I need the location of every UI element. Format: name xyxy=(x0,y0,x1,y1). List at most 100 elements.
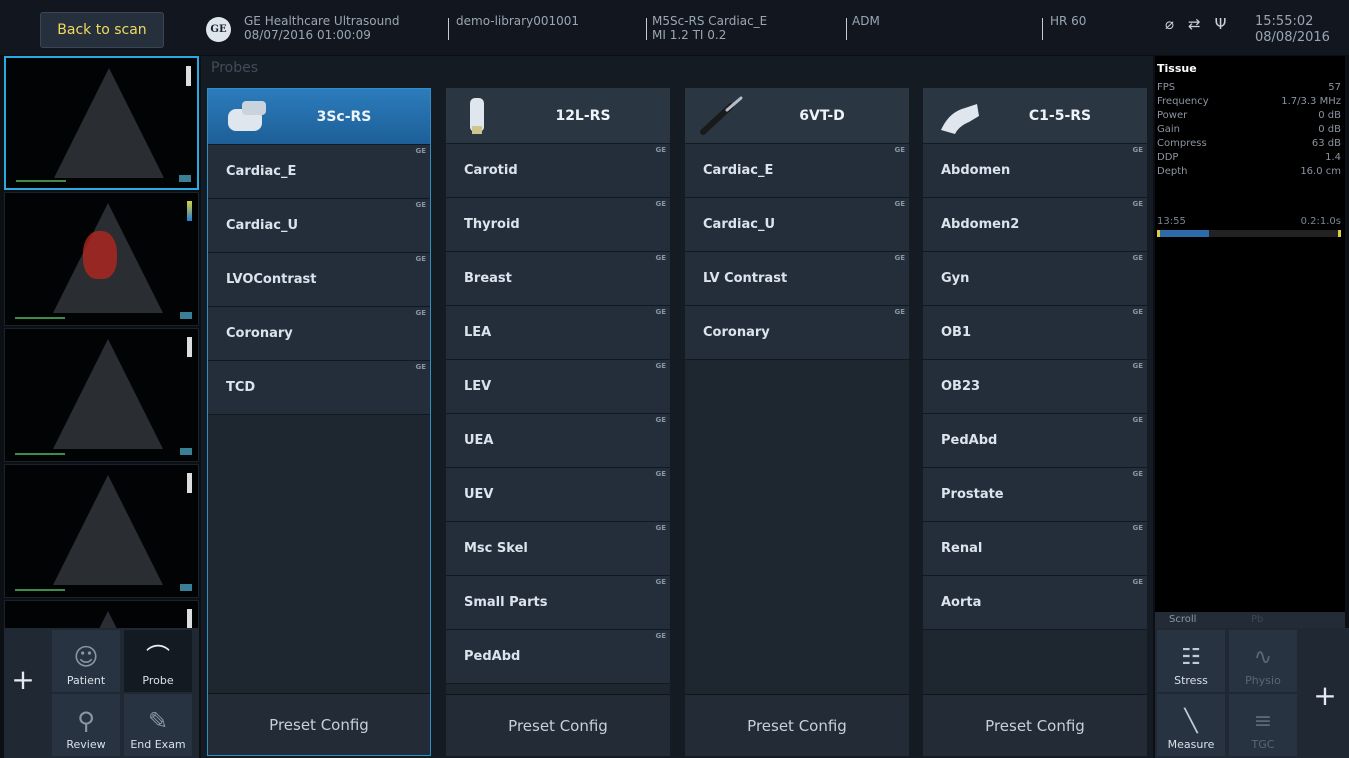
preset-config-button[interactable]: Preset Config xyxy=(923,694,1147,756)
back-to-scan-button[interactable]: Back to scan xyxy=(40,12,164,48)
param-label: Frequency xyxy=(1157,96,1209,107)
preset-label: Abdomen xyxy=(941,163,1011,178)
probe-header[interactable]: 6VT-D xyxy=(685,88,909,144)
preset-label: LVOContrast xyxy=(226,272,317,287)
add-right-button[interactable]: + xyxy=(1305,670,1345,720)
pb-label: Pb xyxy=(1251,614,1264,625)
preset-item[interactable]: Cardiac_U GE xyxy=(685,198,909,252)
preset-item[interactable]: Abdomen2 GE xyxy=(923,198,1147,252)
image-thumbnail[interactable] xyxy=(4,328,199,462)
physio-button[interactable]: ∿ Physio xyxy=(1229,630,1297,692)
ge-preset-icon: GE xyxy=(655,308,666,316)
probe-header[interactable]: 12L-RS xyxy=(446,88,670,144)
preset-item[interactable]: LVOContrast GE xyxy=(208,253,430,307)
stress-button[interactable]: ☷ Stress xyxy=(1157,630,1225,692)
preset-label: UEV xyxy=(464,487,494,502)
probe-label: Probe xyxy=(142,674,174,687)
preset-item[interactable]: Cardiac_U GE xyxy=(208,199,430,253)
patient-label: Patient xyxy=(66,674,106,687)
preset-item[interactable]: Renal GE xyxy=(923,522,1147,576)
image-thumbnail[interactable] xyxy=(4,600,199,628)
probe-button[interactable]: ⌒ Probe xyxy=(124,630,192,692)
preset-item[interactable]: Small Parts GE xyxy=(446,576,670,630)
preset-item[interactable]: OB23 GE xyxy=(923,360,1147,414)
measure-button[interactable]: ╲ Measure xyxy=(1157,694,1225,756)
ge-preset-icon: GE xyxy=(894,254,905,262)
preset-item[interactable]: LEV GE xyxy=(446,360,670,414)
color-doppler-overlay xyxy=(83,231,117,279)
usb-icon: Ψ xyxy=(1214,15,1227,33)
image-thumbnail[interactable] xyxy=(4,464,199,598)
cine-progress-bar[interactable] xyxy=(1157,230,1341,237)
status-icons: ⌀ ⇄ Ψ xyxy=(1165,15,1226,33)
tgc-button[interactable]: ≡ TGC xyxy=(1229,694,1297,756)
patient-button[interactable]: ☺ Patient xyxy=(52,630,120,692)
preset-label: Renal xyxy=(941,541,983,556)
preset-config-button[interactable]: Preset Config xyxy=(446,694,670,756)
preset-label: Thyroid xyxy=(464,217,520,232)
stress-label: Stress xyxy=(1174,674,1208,687)
preset-item[interactable]: Breast GE xyxy=(446,252,670,306)
param-value: 57 xyxy=(1328,82,1341,93)
system-info: GE Healthcare Ultrasound 08/07/2016 01:0… xyxy=(244,14,399,42)
probe-header[interactable]: 3Sc-RS xyxy=(208,89,430,145)
probe-column: 6VT-D Cardiac_E GE Cardiac_U GE LV Contras… xyxy=(685,88,909,756)
preset-item[interactable]: Coronary GE xyxy=(208,307,430,361)
preset-item[interactable]: Msc Skel GE xyxy=(446,522,670,576)
param-label: FPS xyxy=(1157,82,1176,93)
ge-preset-icon: GE xyxy=(894,200,905,208)
clock-time: 15:55:02 xyxy=(1255,14,1314,29)
clip-icon xyxy=(180,448,192,455)
image-thumbnail[interactable] xyxy=(4,56,199,190)
preset-config-button[interactable]: Preset Config xyxy=(685,694,909,756)
preset-label: TCD xyxy=(226,380,256,395)
ecg-trace xyxy=(16,180,66,182)
preset-item[interactable]: Abdomen GE xyxy=(923,144,1147,198)
preset-item[interactable]: Cardiac_E GE xyxy=(685,144,909,198)
param-value: 63 dB xyxy=(1311,138,1341,149)
preset-item[interactable]: Carotid GE xyxy=(446,144,670,198)
probe-column: C1-5-RS Abdomen GE Abdomen2 GE Gyn GE OB1 GE… xyxy=(923,88,1147,756)
top-bar: Back to scan GE GE Healthcare Ultrasound… xyxy=(0,0,1349,55)
preset-item[interactable]: PedAbd GE xyxy=(923,414,1147,468)
preset-item[interactable]: PedAbd GE xyxy=(446,630,670,684)
preset-item[interactable]: Gyn GE xyxy=(923,252,1147,306)
preset-label: Coronary xyxy=(226,326,293,341)
ge-preset-icon: GE xyxy=(655,254,666,262)
preset-item[interactable]: LV Contrast GE xyxy=(685,252,909,306)
preset-item[interactable]: LEA GE xyxy=(446,306,670,360)
preset-item[interactable]: Prostate GE xyxy=(923,468,1147,522)
header-divider xyxy=(846,18,847,40)
cine-end-marker[interactable] xyxy=(1338,230,1341,237)
preset-item[interactable]: Thyroid GE xyxy=(446,198,670,252)
preset-item[interactable]: TCD GE xyxy=(208,361,430,415)
preset-item[interactable]: Cardiac_E GE xyxy=(208,145,430,199)
preset-item[interactable]: Coronary GE xyxy=(685,306,909,360)
preset-label: Coronary xyxy=(703,325,770,340)
network-icon: ⇄ xyxy=(1188,15,1201,33)
preset-label: Breast xyxy=(464,271,512,286)
scroll-label[interactable]: Scroll xyxy=(1169,614,1196,625)
cine-start-marker[interactable] xyxy=(1157,230,1160,237)
ge-preset-icon: GE xyxy=(415,363,426,371)
probe-header[interactable]: C1-5-RS xyxy=(923,88,1147,144)
ge-preset-icon: GE xyxy=(1132,524,1143,532)
ge-preset-icon: GE xyxy=(1132,578,1143,586)
clip-icon xyxy=(180,312,192,319)
preset-item[interactable]: OB1 GE xyxy=(923,306,1147,360)
ge-preset-icon: GE xyxy=(894,308,905,316)
probes-panel: Probes 3Sc-RS Cardiac_E GE Cardiac_U GE LV… xyxy=(201,56,1153,758)
end-exam-button[interactable]: ✎ End Exam xyxy=(124,694,192,756)
review-button[interactable]: ⚲ Review xyxy=(52,694,120,756)
preset-label: PedAbd xyxy=(941,433,998,448)
preset-label: Prostate xyxy=(941,487,1004,502)
preset-item[interactable]: Aorta GE xyxy=(923,576,1147,630)
add-left-button[interactable]: + xyxy=(4,654,42,704)
preset-label: Cardiac_U xyxy=(226,218,299,233)
preset-item[interactable]: UEA GE xyxy=(446,414,670,468)
preset-item[interactable]: UEV GE xyxy=(446,468,670,522)
preset-config-button[interactable]: Preset Config xyxy=(208,693,430,755)
param-label: DDP xyxy=(1157,152,1179,163)
image-thumbnail[interactable] xyxy=(4,192,199,326)
param-value: 1.4 xyxy=(1325,152,1341,163)
